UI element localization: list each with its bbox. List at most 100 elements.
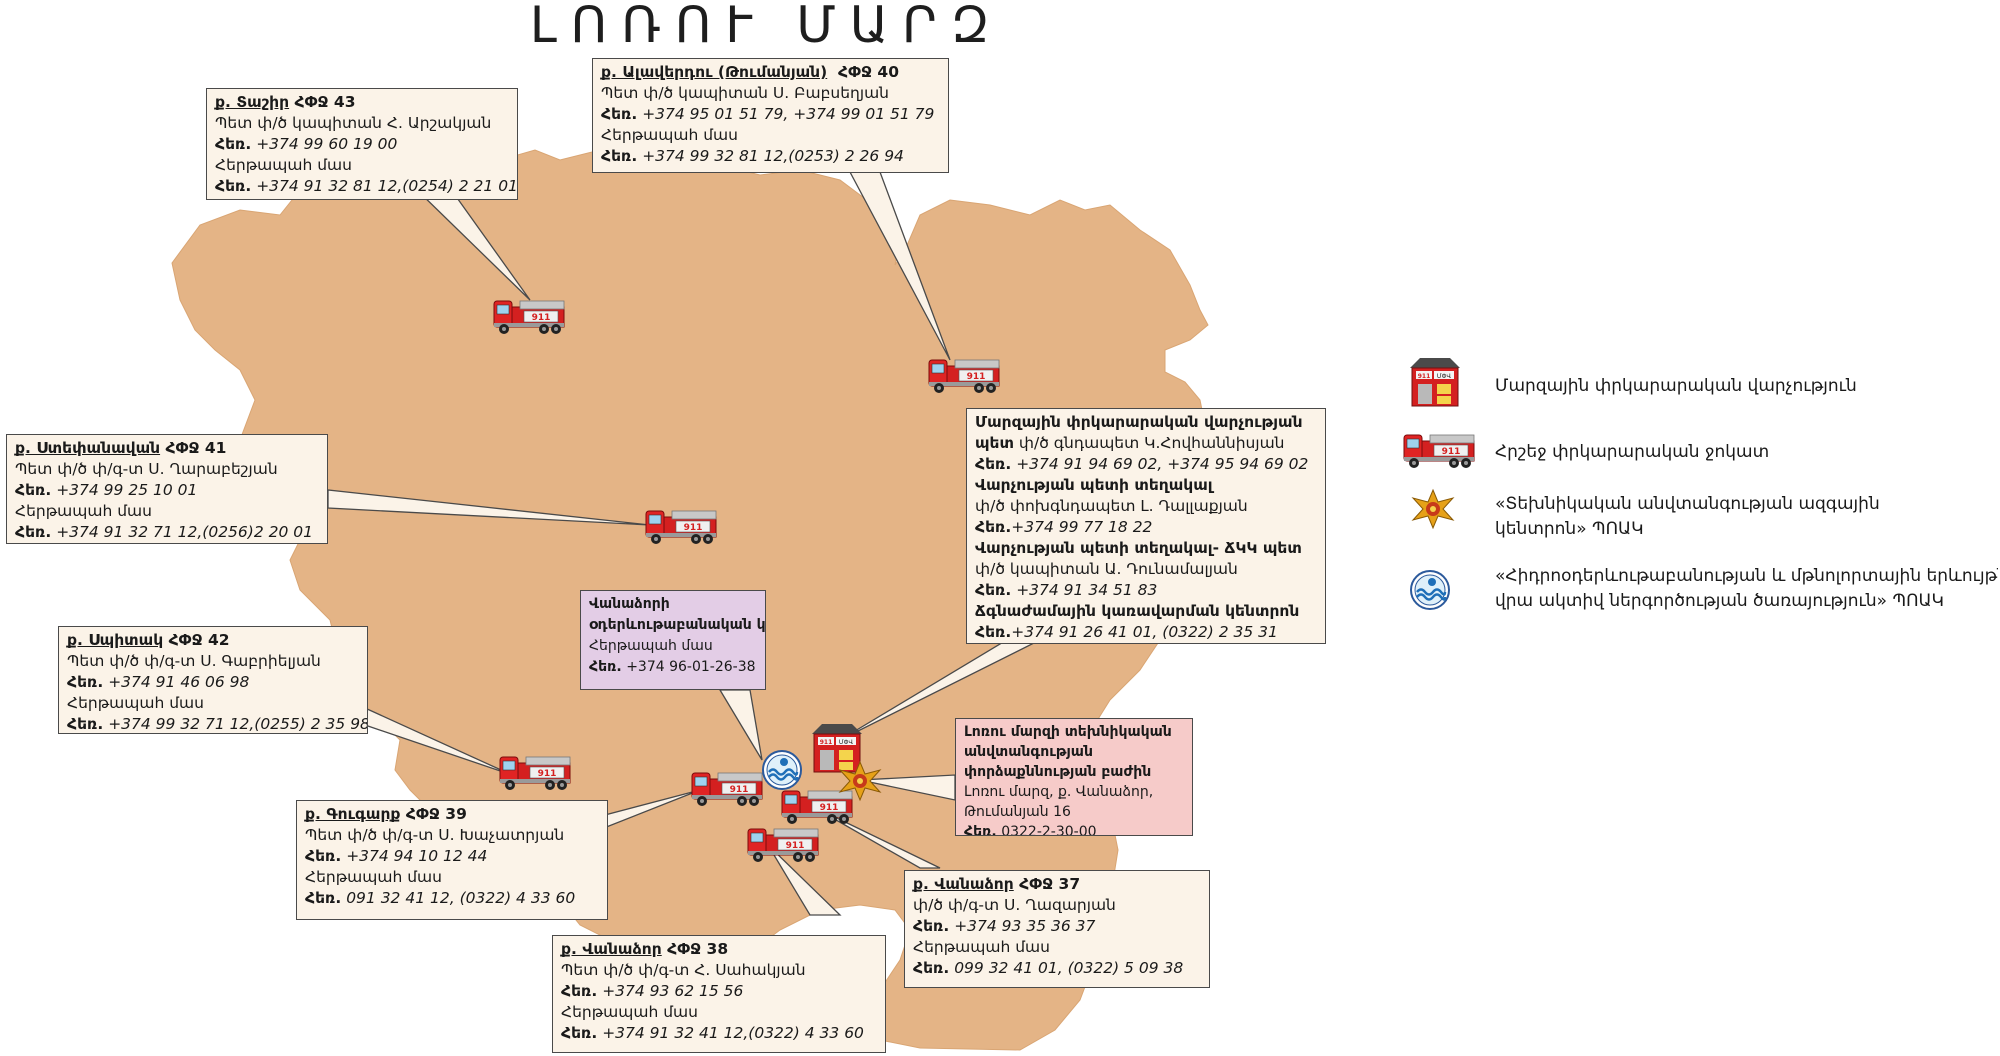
duty-phone: +374 99 32 71 12,(0255) 2 35 98: [108, 715, 368, 733]
legend-hydrometeorology-line-2: վրա ակտիվ ներգործության ծառայություն» ՊՈ…: [1495, 591, 1944, 611]
tech-phone: 0322-2-30-00: [1001, 824, 1097, 836]
chief-name: փ/ծ փ/գ-տ Ս. Ղազարյան: [913, 896, 1116, 914]
unit-name: ՀՓՋ 37: [1019, 875, 1081, 893]
duty-label: Հերթապահ մաս: [601, 126, 738, 144]
chief-phone: +374 99 60 19 00: [256, 135, 398, 153]
phone-label: Հեռ.: [561, 1024, 598, 1042]
station-box-stepanavan: ք. Ստեփանավան ՀՓՋ 41 Պետ փ/ծ փ/գ-տ Ս. Ղա…: [6, 434, 328, 544]
duty-label: Հերթապահ մաս: [561, 1003, 698, 1021]
unit-name: ՀՓՋ 38: [667, 940, 729, 958]
city-name: ք. Գուգարք: [305, 805, 401, 823]
chief-phone: +374 93 62 15 56: [602, 982, 744, 1000]
station-box-vanadzor-37: ք. Վանաձոր ՀՓՋ 37 փ/ծ փ/գ-տ Ս. Ղազարյան …: [904, 870, 1210, 988]
phone-label: Հեռ.: [15, 481, 52, 499]
duty-phone: 091 32 41 12, (0322) 4 33 60: [346, 889, 576, 907]
unit-name: ՀՓՋ 43: [294, 93, 356, 111]
duty-label: Հերթապահ մաս: [305, 868, 442, 886]
phone-label: Հեռ.: [913, 959, 950, 977]
crisis-center-phone: +374 91 26 41 01, (0322) 2 35 31: [1011, 623, 1278, 641]
phone-label: Հեռ.: [975, 581, 1012, 599]
technical-safety-box: Լոռու մարզի տեխնիկական անվտանգության փոր…: [955, 718, 1193, 836]
chief-phone: +374 95 01 51 79, +374 99 01 51 79: [642, 105, 935, 123]
phone-label: Հեռ.: [15, 523, 52, 541]
meteo-title-2: օդերևութաբանական կայան: [589, 617, 766, 633]
phone-label: Հեռ.: [975, 623, 1012, 641]
city-name: ք. Սպիտակ: [67, 631, 164, 649]
unit-name: ՀՓՋ 41: [165, 439, 227, 457]
city-name: ք. Ալավերդու (Թումանյան): [601, 63, 828, 81]
dept-head-title: պետ: [975, 434, 1014, 452]
dept-head-name: փ/ծ գնդապետ Կ.Հովհաննիսյան: [1018, 434, 1285, 452]
legend-technical-safety-line-2: կենտրոն» ՊՈԱԿ: [1495, 519, 1644, 539]
phone-label: Հեռ.: [305, 889, 342, 907]
station-box-alaverdi: ք. Ալավերդու (Թումանյան) ՀՓՋ 40 Պետ փ/ծ …: [592, 58, 949, 173]
dept-head-phone: +374 91 94 69 02, +374 95 94 69 02: [1016, 455, 1309, 473]
tech-heading-2: անվտանգության: [964, 744, 1093, 760]
phone-label: Հեռ.: [215, 135, 252, 153]
chief-name: Պետ փ/ծ փ/գ-տ Ս. Գաբրիելյան: [67, 652, 321, 670]
meteo-title-1: Վանաձորի: [589, 596, 670, 612]
chief-phone: +374 99 25 10 01: [56, 481, 198, 499]
tech-address-1: Լոռու մարզ, ք. Վանաձոր,: [964, 784, 1154, 800]
crisis-center-heading: Ճգնաժամային կառավարման կենտրոն: [975, 602, 1300, 620]
legend-technical-safety-line-1: «Տեխնիկական անվտանգության ազգային: [1495, 494, 1880, 514]
city-name: ք. Տաշիր: [215, 93, 290, 111]
legend-item-fire-truck: Հրշեջ փրկարարական ջոկատ: [1495, 442, 1770, 462]
station-box-vanadzor-38: ք. Վանաձոր ՀՓՋ 38 Պետ փ/ծ փ/գ-տ Հ. Սահակ…: [552, 935, 886, 1053]
deputy-heading: Վարչության պետի տեղակալ: [975, 476, 1213, 494]
legend-item-technical-safety: «Տեխնիկական անվտանգության ազգային կենտրո…: [1495, 492, 1880, 542]
chief-name: Պետ փ/ծ փ/գ-տ Հ. Սահակյան: [561, 961, 806, 979]
legend-hydrometeorology-icon: [1409, 569, 1451, 611]
phone-label: Հեռ.: [913, 917, 950, 935]
legend-item-rescue-department: Մարզային փրկարարական վարչություն: [1495, 376, 1857, 396]
legend-building-icon: [1409, 357, 1461, 407]
unit-name: ՀՓՋ 42: [168, 631, 230, 649]
deputy-ckk-name: փ/ծ կապիտան Ա. Դունամալյան: [975, 560, 1238, 578]
rescue-department-building-icon: [811, 723, 863, 773]
deputy-name: փ/ծ փոխգնդապետ Լ. Դալլաքյան: [975, 497, 1248, 515]
legend-technical-safety-icon: [1412, 489, 1454, 529]
legend-item-hydrometeorology: «Հիդրոօդերևութաբանության և մթնոլորտային …: [1495, 564, 1998, 614]
phone-label: Հեռ.: [601, 147, 638, 165]
map-title: ԼՈՌՈՒ ՄԱՐԶ: [530, 0, 1004, 54]
duty-label: Հերթապահ մաս: [15, 502, 152, 520]
duty-label: Հերթապահ մաս: [67, 694, 204, 712]
city-name: ք. Ստեփանավան: [15, 439, 161, 457]
phone-label: Հեռ.: [561, 982, 598, 1000]
meteo-station-box: Վանաձորի օդերևութաբանական կայան Հերթապահ…: [580, 590, 766, 690]
unit-name: ՀՓՋ 39: [405, 805, 467, 823]
hydrometeorology-emblem-icon: [761, 749, 803, 791]
tech-address-2: Թումանյան 16: [964, 804, 1071, 820]
deputy-ckk-phone: +374 91 34 51 83: [1016, 581, 1158, 599]
deputy-ckk-heading: Վարչության պետի տեղակալ- ՃԿԿ պետ: [975, 539, 1302, 557]
chief-name: Պետ փ/ծ կապիտան Հ. Արշակյան: [215, 114, 492, 132]
chief-name: Պետ փ/ծ փ/գ-տ Ս. Ղարաբեշյան: [15, 460, 278, 478]
phone-label: Հեռ.: [589, 659, 622, 675]
tech-heading-1: Լոռու մարզի տեխնիկական: [964, 724, 1172, 740]
city-name: ք. Վանաձոր: [561, 940, 662, 958]
phone-label: Հեռ.: [215, 177, 252, 195]
legend-fire-truck-icon: [1403, 434, 1475, 469]
duty-phone: 099 32 41 01, (0322) 5 09 38: [954, 959, 1184, 977]
chief-name: Պետ փ/ծ փ/գ-տ Ս. Խաչատրյան: [305, 826, 565, 844]
tech-heading-3: փորձաքննության բաժին: [964, 764, 1152, 780]
duty-phone: +374 99 32 81 12,(0253) 2 26 94: [642, 147, 904, 165]
phone-label: Հեռ.: [975, 518, 1012, 536]
rescue-department-box: Մարզային փրկարարական վարչության պետ փ/ծ …: [966, 408, 1326, 644]
chief-phone: +374 91 46 06 98: [108, 673, 250, 691]
phone-label: Հեռ.: [305, 847, 342, 865]
duty-label: Հերթապահ մաս: [589, 638, 713, 654]
deputy-phone: +374 99 77 18 22: [1011, 518, 1153, 536]
station-box-gugark: ք. Գուգարք ՀՓՋ 39 Պետ փ/ծ փ/գ-տ Ս. Խաչատ…: [296, 800, 608, 920]
legend-hydrometeorology-line-1: «Հիդրոօդերևութաբանության և մթնոլորտային …: [1495, 566, 1998, 586]
phone-label: Հեռ.: [601, 105, 638, 123]
phone-label: Հեռ.: [964, 824, 997, 836]
duty-label: Հերթապահ մաս: [913, 938, 1050, 956]
phone-label: Հեռ.: [975, 455, 1012, 473]
station-box-tashir: ք. Տաշիր ՀՓՋ 43 Պետ փ/ծ կապիտան Հ. Արշակ…: [206, 88, 518, 200]
phone-label: Հեռ.: [67, 673, 104, 691]
unit-name: ՀՓՋ 40: [838, 63, 899, 81]
duty-phone: +374 91 32 71 12,(0256)2 20 01: [56, 523, 313, 541]
dept-heading: Մարզային փրկարարական վարչության: [975, 413, 1303, 431]
chief-phone: +374 93 35 36 37: [954, 917, 1096, 935]
